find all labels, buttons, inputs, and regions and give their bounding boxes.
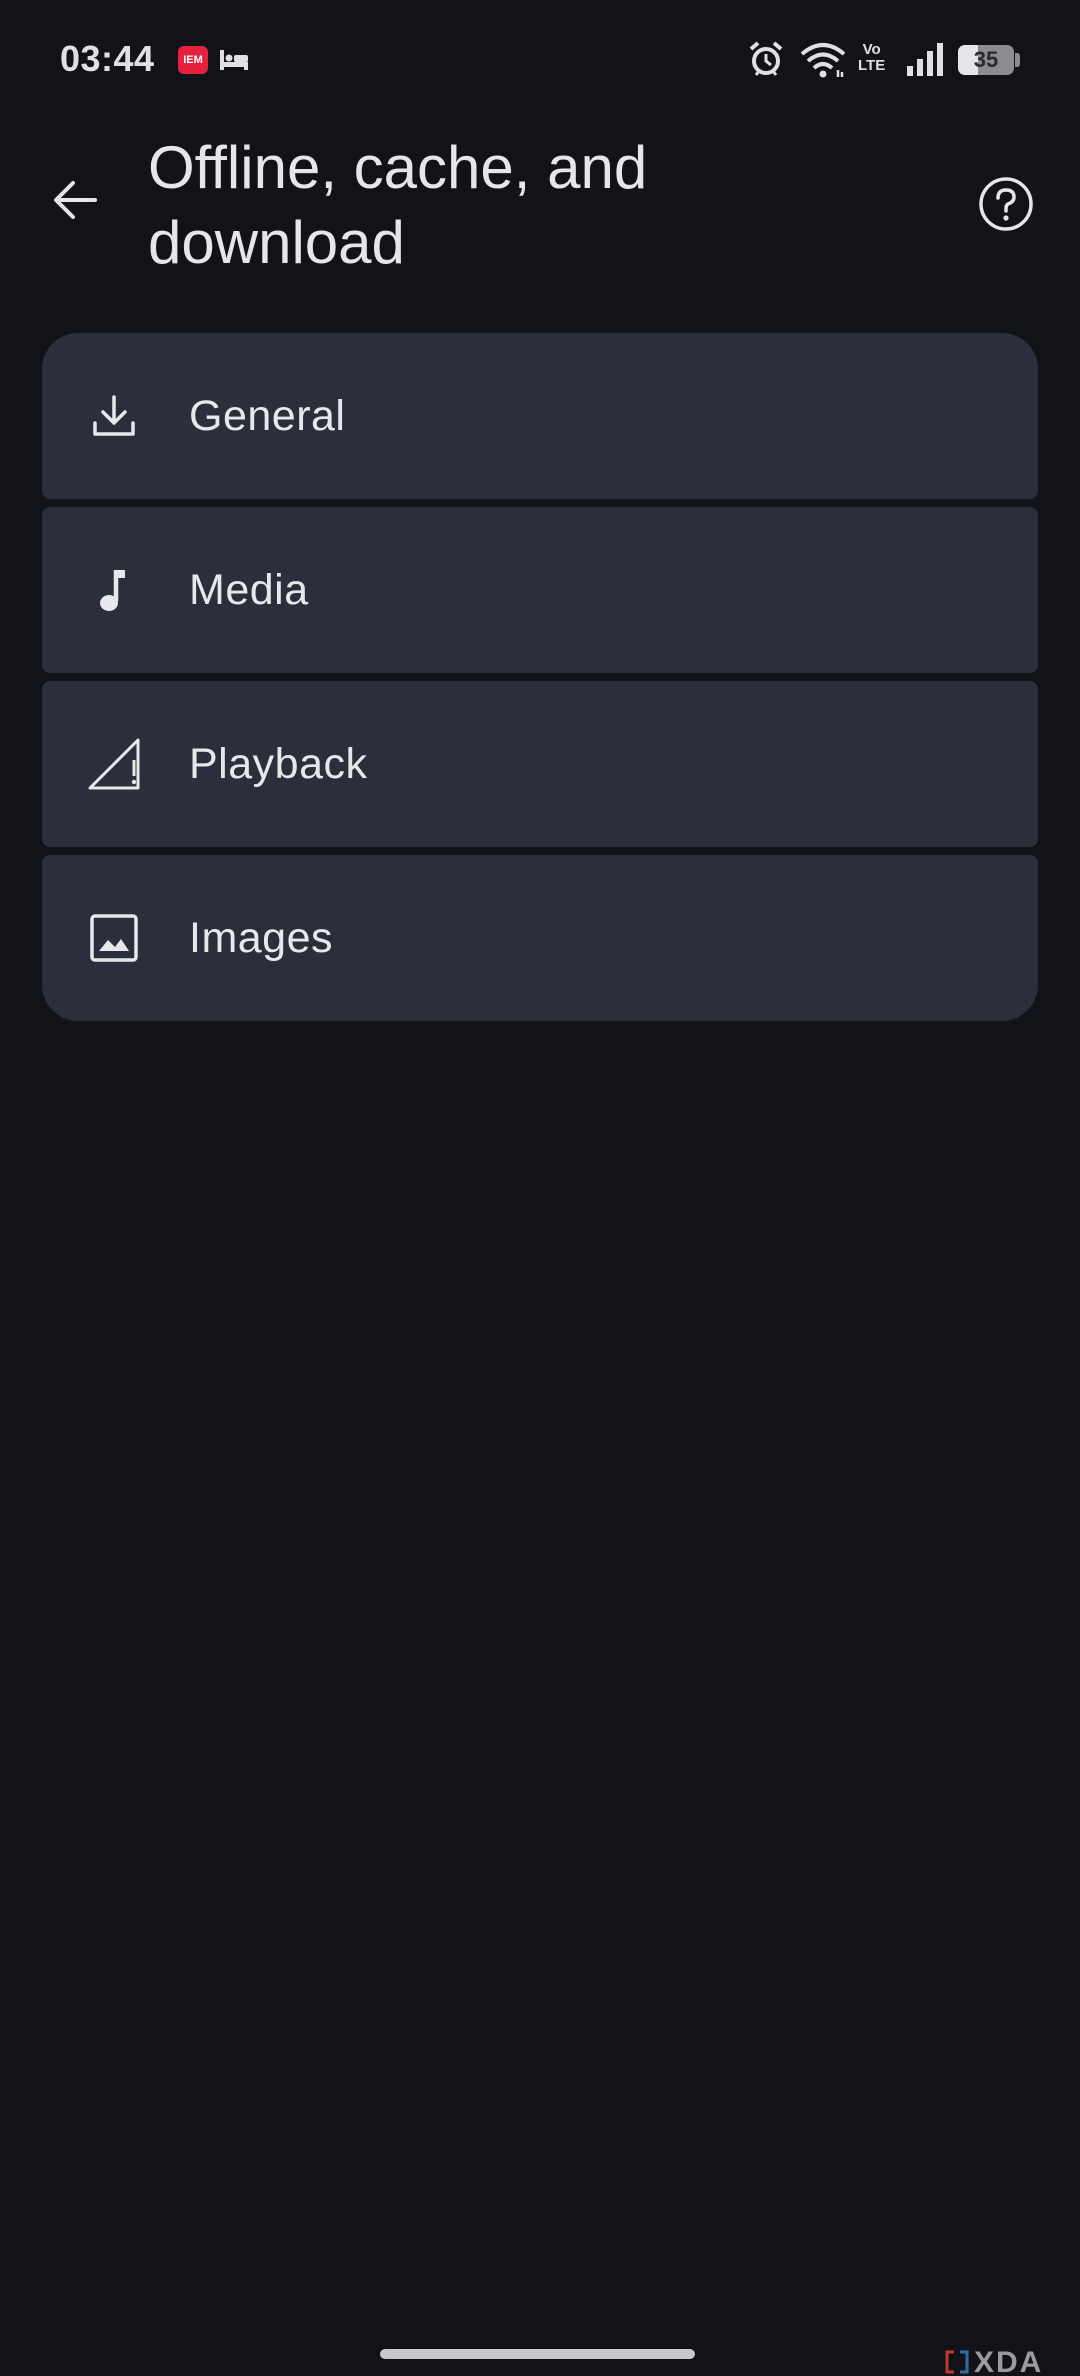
screen: 03:44 IEM Vo LTE 35 Offline, cache, and … <box>0 0 1080 2376</box>
wifi-icon <box>800 42 846 83</box>
menu-item-label: Playback <box>189 739 368 788</box>
status-bar: 03:44 IEM Vo LTE 35 <box>0 0 1080 120</box>
help-button[interactable] <box>970 168 1042 240</box>
status-time: 03:44 <box>60 38 155 79</box>
bed-icon <box>218 46 250 79</box>
back-button[interactable] <box>40 165 110 235</box>
cell-signal-icon <box>906 42 944 81</box>
volte-indicator: Vo LTE <box>858 42 885 74</box>
menu-item-label: General <box>189 391 346 440</box>
volte-label-top: Vo <box>862 41 881 58</box>
menu-item-playback[interactable]: Playback <box>42 681 1038 847</box>
menu-item-media[interactable]: Media <box>42 507 1038 673</box>
menu-item-label: Media <box>189 565 309 614</box>
help-circle-icon <box>979 177 1033 231</box>
menu-item-general[interactable]: General <box>42 333 1038 499</box>
download-icon <box>84 386 144 446</box>
menu-item-images[interactable]: Images <box>42 855 1038 1021</box>
battery-level: 35 <box>973 47 999 72</box>
notification-app-badge: IEM <box>178 46 208 74</box>
arrow-back-icon <box>54 181 97 219</box>
music-note-icon <box>84 560 144 620</box>
battery-nub <box>1015 53 1020 67</box>
network-signal-icon <box>84 734 144 794</box>
xda-logo-icon <box>945 2350 969 2374</box>
menu-item-label: Images <box>189 913 334 962</box>
volte-label-bottom: LTE <box>858 57 886 74</box>
settings-menu-list: General Media Playback Images <box>42 333 1038 1021</box>
watermark-text: XDA <box>974 2346 1044 2376</box>
battery-icon: 35 <box>958 45 1014 75</box>
alarm-icon <box>748 40 784 83</box>
xda-watermark: XDA <box>944 2346 1043 2376</box>
home-indicator[interactable] <box>380 2349 695 2359</box>
image-icon <box>84 908 144 968</box>
page-title: Offline, cache, and download <box>148 134 648 276</box>
